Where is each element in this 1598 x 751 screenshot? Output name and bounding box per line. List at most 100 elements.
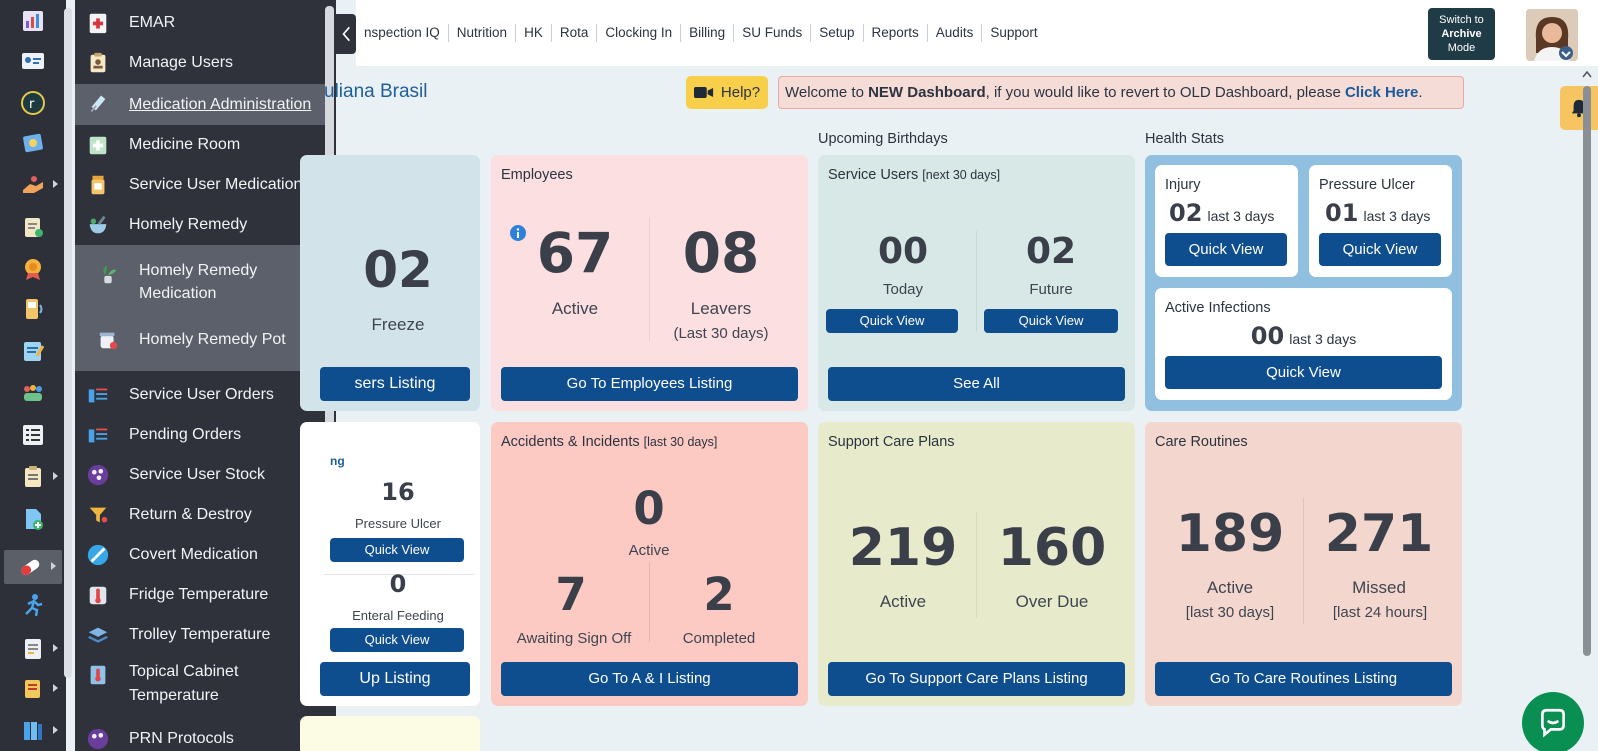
nav-su-funds[interactable]: SU Funds bbox=[734, 24, 812, 42]
page-scrollbar[interactable] bbox=[1580, 66, 1594, 751]
menu-item-manage-users[interactable]: Manage Users bbox=[75, 46, 325, 80]
info-icon[interactable] bbox=[510, 225, 526, 241]
employees-active-label: Active bbox=[551, 299, 599, 318]
pill-icon[interactable] bbox=[4, 550, 62, 584]
menu-item-prn-protocols[interactable]: PRN Protocols bbox=[75, 722, 325, 751]
go-to-employees-listing-button[interactable]: Go To Employees Listing bbox=[501, 367, 798, 401]
menu-item-service-user-orders[interactable]: Service User Orders bbox=[75, 378, 325, 412]
list-icon[interactable] bbox=[14, 418, 52, 452]
id-card-icon[interactable] bbox=[14, 44, 52, 78]
nav-setup[interactable]: Setup bbox=[811, 24, 864, 42]
routines-missed-label: Missed bbox=[1352, 578, 1406, 597]
menu-item-service-user-stock[interactable]: Service User Stock bbox=[75, 458, 325, 492]
menu-item-pending-orders[interactable]: Pending Orders bbox=[75, 418, 325, 452]
chevron-left-icon bbox=[342, 26, 350, 42]
nav-support[interactable]: Support bbox=[982, 24, 1045, 42]
active-infections-title: Active Infections bbox=[1165, 300, 1271, 316]
pressure-ulcer-quick-view-button[interactable]: Quick View bbox=[1319, 233, 1441, 266]
nav-billing[interactable]: Billing bbox=[681, 24, 735, 42]
menu-item-topical-cabinet-temperature[interactable]: Topical Cabinet Temperature bbox=[75, 660, 325, 712]
nav-inspection-iq[interactable]: nspection IQ bbox=[356, 24, 449, 42]
health-stats-card: Injury 02 last 3 days Quick View Pressur… bbox=[1145, 155, 1462, 411]
wound-listing-button[interactable]: Up Listing bbox=[320, 662, 470, 696]
pressure-ulcer-title: Pressure Ulcer bbox=[1319, 177, 1415, 193]
clipboard-list-icon[interactable] bbox=[14, 460, 58, 494]
rail-scrollbar[interactable] bbox=[64, 8, 72, 678]
file-report-icon[interactable] bbox=[14, 632, 58, 666]
wound-care-link[interactable]: ng bbox=[330, 454, 345, 468]
page-scroll-thumb[interactable] bbox=[1583, 86, 1591, 656]
enteral-feeding-total: 0 bbox=[389, 570, 407, 598]
menu-item-emar[interactable]: EMAR bbox=[75, 6, 325, 40]
freeze-label: Freeze bbox=[371, 315, 425, 334]
emar-icon bbox=[85, 10, 111, 36]
document-add-icon[interactable] bbox=[14, 502, 52, 536]
menu-item-covert-medication[interactable]: Covert Medication bbox=[75, 538, 325, 572]
switch-archive-mode-button[interactable]: Switch to Archive Mode bbox=[1428, 8, 1495, 60]
people-group-icon[interactable] bbox=[14, 376, 52, 410]
go-to-support-care-plans-listing-button[interactable]: Go To Support Care Plans Listing bbox=[828, 662, 1125, 696]
support-plans-overdue-count: 160 bbox=[997, 518, 1107, 578]
top-navigation: nspection IQ Nutrition HK Rota Clocking … bbox=[356, 0, 1598, 66]
menu-item-homely-remedy-pot[interactable]: Homely Remedy Pot bbox=[85, 323, 325, 357]
future-quick-view-button[interactable]: Quick View bbox=[984, 309, 1118, 333]
collapse-menu-button[interactable] bbox=[336, 14, 356, 54]
service-users-listing-button[interactable]: sers Listing bbox=[320, 367, 470, 401]
menu-item-fridge-temperature[interactable]: Fridge Temperature bbox=[75, 578, 325, 612]
menu-item-homely-remedy-medication[interactable]: Homely Remedy Medication bbox=[85, 259, 325, 311]
r-logo-icon[interactable]: r bbox=[14, 86, 52, 120]
scroll-icon[interactable] bbox=[14, 672, 58, 706]
active-infections-count: 00 bbox=[1250, 322, 1285, 350]
routines-active-count: 189 bbox=[1175, 504, 1285, 564]
nav-nutrition[interactable]: Nutrition bbox=[449, 24, 517, 42]
avatar[interactable] bbox=[1526, 9, 1578, 61]
menu-item-homely-remedy[interactable]: Homely Remedy bbox=[75, 208, 325, 242]
enteral-feeding-quick-view-button[interactable]: Quick View bbox=[330, 628, 464, 652]
menu-item-service-user-medication[interactable]: Service User Medication bbox=[75, 168, 325, 202]
employees-leavers-label: Leavers bbox=[690, 299, 752, 318]
divider bbox=[649, 562, 650, 642]
revert-old-dashboard-link[interactable]: Click Here bbox=[1345, 84, 1418, 101]
notepad-icon[interactable] bbox=[14, 334, 52, 368]
clipboard-check-icon[interactable] bbox=[14, 210, 52, 244]
dashboard-icon[interactable] bbox=[14, 4, 52, 38]
order-list-icon bbox=[85, 382, 111, 408]
support-plans-overdue-label: Over Due bbox=[1015, 592, 1089, 611]
scroll-up-icon[interactable] bbox=[1582, 70, 1592, 78]
active-infections-box: Active Infections 00 last 3 days Quick V… bbox=[1155, 288, 1452, 400]
birthdays-future-count: 02 bbox=[1025, 231, 1077, 272]
medication-menu: EMAR Manage Users Medication Administrat… bbox=[75, 0, 336, 751]
svg-text:r: r bbox=[29, 97, 35, 112]
nav-rota[interactable]: Rota bbox=[552, 24, 598, 42]
book-stack-icon[interactable] bbox=[14, 714, 58, 748]
support-care-plans-card: Support Care Plans 219 Active 160 Over D… bbox=[818, 422, 1135, 706]
service-users-card: 02 Freeze sers Listing bbox=[300, 155, 480, 411]
support-plans-active-label: Active bbox=[879, 592, 927, 611]
menu-item-return-destroy[interactable]: Return & Destroy bbox=[75, 498, 325, 532]
pressure-ulcer-quick-view-button[interactable]: Quick View bbox=[330, 538, 464, 562]
pager-icon[interactable] bbox=[14, 292, 52, 326]
injury-quick-view-button[interactable]: Quick View bbox=[1165, 233, 1287, 266]
nav-audits[interactable]: Audits bbox=[928, 24, 983, 42]
today-quick-view-button[interactable]: Quick View bbox=[826, 309, 958, 333]
stock-orb-icon bbox=[85, 462, 111, 488]
nav-reports[interactable]: Reports bbox=[864, 24, 928, 42]
go-to-care-routines-listing-button[interactable]: Go To Care Routines Listing bbox=[1155, 662, 1452, 696]
go-to-ai-listing-button[interactable]: Go To A & I Listing bbox=[501, 662, 798, 696]
hand-care-icon[interactable] bbox=[14, 168, 58, 202]
nav-clocking-in[interactable]: Clocking In bbox=[597, 24, 682, 42]
running-figure-icon[interactable] bbox=[14, 588, 52, 622]
menu-item-medicine-room[interactable]: Medicine Room bbox=[75, 128, 325, 162]
menu-item-trolley-temperature[interactable]: Trolley Temperature bbox=[75, 618, 325, 652]
prn-orb-icon bbox=[85, 726, 111, 751]
puzzle-icon[interactable] bbox=[14, 126, 52, 160]
menu-item-medication-administration[interactable]: Medication Administration bbox=[75, 84, 325, 125]
help-button[interactable]: Help? bbox=[686, 76, 768, 109]
active-infections-quick-view-button[interactable]: Quick View bbox=[1165, 356, 1442, 389]
covert-pill-icon bbox=[85, 542, 111, 568]
nav-hk[interactable]: HK bbox=[516, 24, 552, 42]
mortar-icon bbox=[85, 212, 111, 238]
award-badge-icon[interactable] bbox=[14, 252, 52, 286]
chat-button[interactable] bbox=[1522, 692, 1584, 751]
see-all-birthdays-button[interactable]: See All bbox=[828, 367, 1125, 401]
